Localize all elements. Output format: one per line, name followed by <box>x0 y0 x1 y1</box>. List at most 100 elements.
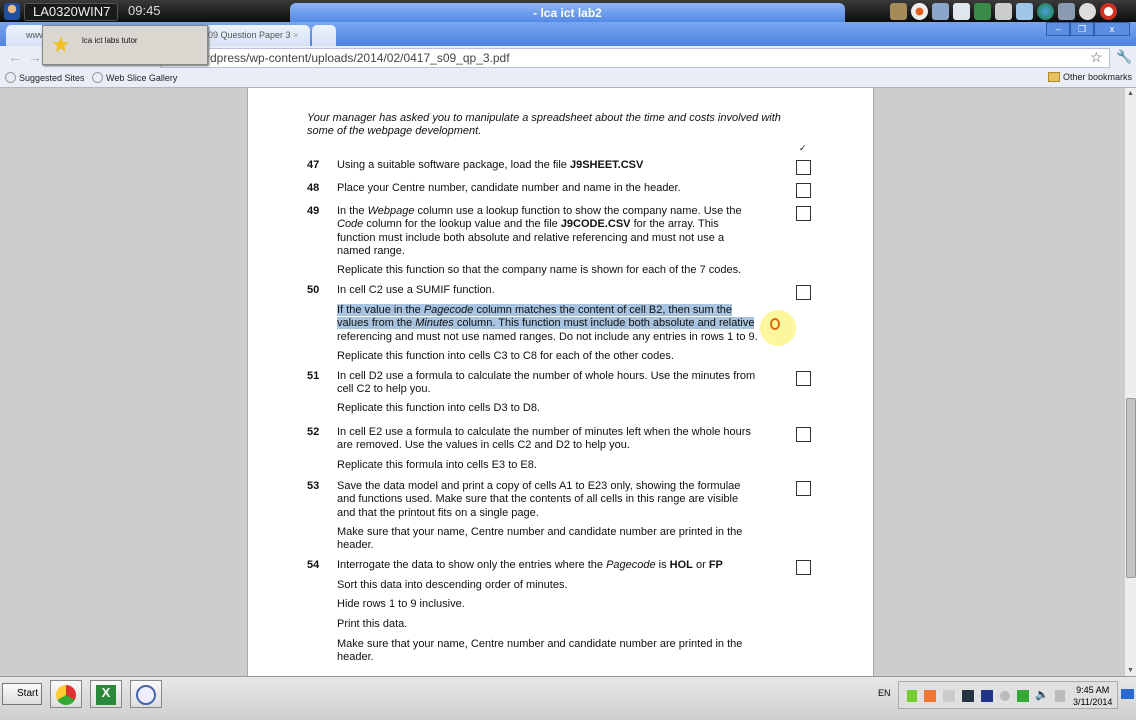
globe-icon[interactable] <box>1037 3 1054 20</box>
star-icon: ★ <box>51 32 71 57</box>
back-icon[interactable]: ← <box>8 49 22 65</box>
screen-icon[interactable] <box>1016 3 1033 20</box>
text-run: Make sure that your name, Centre number … <box>337 638 743 650</box>
tray-flag-icon[interactable] <box>943 690 955 702</box>
tooltip-label: lca ict labs tutor <box>82 36 138 45</box>
printer-icon[interactable] <box>995 3 1012 20</box>
question-checkbox[interactable] <box>796 160 811 175</box>
text-line: function must include both absolute and … <box>337 232 724 245</box>
text-line: Place your Centre number, candidate numb… <box>337 182 681 195</box>
tray-clock[interactable]: 9:45 AM 3/11/2014 <box>1073 684 1112 708</box>
question-checkbox[interactable] <box>796 206 811 221</box>
tray-app-icon[interactable] <box>924 690 936 702</box>
bookmark-star-icon[interactable]: ☆ <box>1090 49 1103 66</box>
text-run: column. This function must include both … <box>453 317 755 330</box>
text-run: and that the printout fits on a single p… <box>337 506 539 519</box>
question-number: 49 <box>307 205 320 217</box>
start-label: Start <box>17 688 39 699</box>
question-checkbox[interactable] <box>796 427 811 442</box>
document-icon[interactable] <box>1058 3 1075 20</box>
start-button[interactable]: Start <box>2 683 42 705</box>
language-indicator[interactable]: EN <box>878 688 891 698</box>
tab-question-paper[interactable]: 09 Question Paper 3 × <box>200 25 310 46</box>
vertical-scrollbar[interactable]: ▲ ▼ <box>1124 88 1136 676</box>
text-run: Replicate this function into cells C3 to… <box>337 350 674 362</box>
close-button[interactable]: x <box>1094 22 1130 36</box>
lifebuoy-icon[interactable] <box>1100 3 1117 20</box>
app-taskbar-button[interactable] <box>130 680 162 708</box>
question-checkbox[interactable] <box>796 183 811 198</box>
text-line: Make sure that your name, Centre number … <box>337 526 742 539</box>
volume-icon[interactable]: 🔈 <box>1035 688 1049 701</box>
tray-monitor-icon[interactable] <box>981 690 993 702</box>
tray-chat-icon[interactable] <box>1000 691 1010 701</box>
text-run: Your manager has asked you to manipulate… <box>307 112 781 124</box>
question-checkbox[interactable] <box>796 285 811 300</box>
text-line: Interrogate the data to show only the en… <box>337 559 723 572</box>
scroll-down-icon[interactable]: ▼ <box>1127 667 1134 674</box>
text-run: column use a lookup function to show the… <box>414 205 742 217</box>
text-line: In cell E2 use a formula to calculate th… <box>337 426 751 439</box>
globe-icon <box>5 72 16 83</box>
tray-book-icon[interactable] <box>907 690 917 702</box>
text-line: If the value in the Pagecode column matc… <box>337 304 733 317</box>
tray-usb-icon[interactable] <box>1055 690 1065 702</box>
toolbar-icons <box>890 3 1117 20</box>
pdf-viewer[interactable]: Your manager has asked you to manipulate… <box>0 88 1124 676</box>
minimize-button[interactable]: – <box>1046 22 1070 36</box>
text-line: Your manager has asked you to manipulate… <box>307 112 781 125</box>
users-icon[interactable] <box>974 3 991 20</box>
show-desktop-button[interactable] <box>1121 689 1134 699</box>
target-icon[interactable] <box>911 3 928 20</box>
text-line: Replicate this function into cells D3 to… <box>337 402 540 415</box>
question-checkbox[interactable] <box>796 371 811 386</box>
address-bar[interactable]: rdpress/wp-content/uploads/2014/02/0417_… <box>160 48 1110 68</box>
text-run: In the <box>337 205 368 217</box>
text-run: some of the webpage development. <box>307 125 482 138</box>
question-number: 48 <box>307 182 320 194</box>
chat-icon[interactable] <box>1079 3 1096 20</box>
chrome-taskbar-button[interactable] <box>50 680 82 708</box>
text-run: function must include both absolute and … <box>337 231 725 244</box>
window-controls: – ❐ x <box>1046 22 1130 36</box>
chrome-icon <box>56 685 76 705</box>
text-run: Code <box>337 218 364 231</box>
text-line: values from the Minutes column. This fun… <box>337 317 755 330</box>
usb-icon[interactable] <box>932 3 949 20</box>
host-name[interactable]: LA0320WIN7 <box>24 3 118 21</box>
text-run: Webpage <box>367 205 415 217</box>
other-bookmarks[interactable]: Other bookmarks <box>1048 72 1132 82</box>
tab-label: 09 Question Paper 3 <box>208 30 291 40</box>
checkmark-header: ✓ <box>799 143 807 153</box>
forward-icon[interactable]: → <box>28 49 42 65</box>
scroll-up-icon[interactable]: ▲ <box>1127 90 1134 97</box>
tray-network-icon[interactable] <box>962 690 974 702</box>
text-line: In the Webpage column use a lookup funct… <box>337 205 742 218</box>
text-run: Pagecode <box>423 304 474 316</box>
bookmark-suggested-sites[interactable]: Suggested Sites <box>5 72 85 83</box>
excel-taskbar-button[interactable]: X <box>90 680 122 708</box>
text-run: In cell E2 use a formula to calculate th… <box>337 426 751 438</box>
wrench-icon[interactable]: 🔧 <box>1116 49 1132 65</box>
text-line: In cell D2 use a formula to calculate th… <box>337 370 755 383</box>
question-number: 51 <box>307 370 320 382</box>
question-checkbox[interactable] <box>796 481 811 496</box>
bookmark-web-slice-gallery[interactable]: Web Slice Gallery <box>92 72 177 83</box>
bookmark-label: Suggested Sites <box>19 72 85 83</box>
clock-date: 3/11/2014 <box>1073 697 1113 707</box>
text-run: Hide rows 1 to 9 inclusive. <box>337 598 465 610</box>
scrollbar-thumb[interactable] <box>1126 398 1136 578</box>
question-checkbox[interactable] <box>796 560 811 575</box>
session-clock: 09:45 <box>128 3 161 18</box>
text-run: Interrogate the data to show only the en… <box>337 559 607 571</box>
question-number: 53 <box>307 480 320 492</box>
tray-security-icon[interactable] <box>1017 690 1029 702</box>
eraser-icon[interactable] <box>953 3 970 20</box>
close-tab-icon[interactable]: × <box>293 30 298 40</box>
system-tray: 🔈 9:45 AM 3/11/2014 <box>898 681 1118 709</box>
text-run: Place your Centre number, candidate numb… <box>337 182 681 194</box>
toolbox-icon[interactable] <box>890 3 907 20</box>
text-run: header. <box>337 651 374 664</box>
new-tab-button[interactable] <box>312 25 336 46</box>
restore-button[interactable]: ❐ <box>1070 22 1094 36</box>
